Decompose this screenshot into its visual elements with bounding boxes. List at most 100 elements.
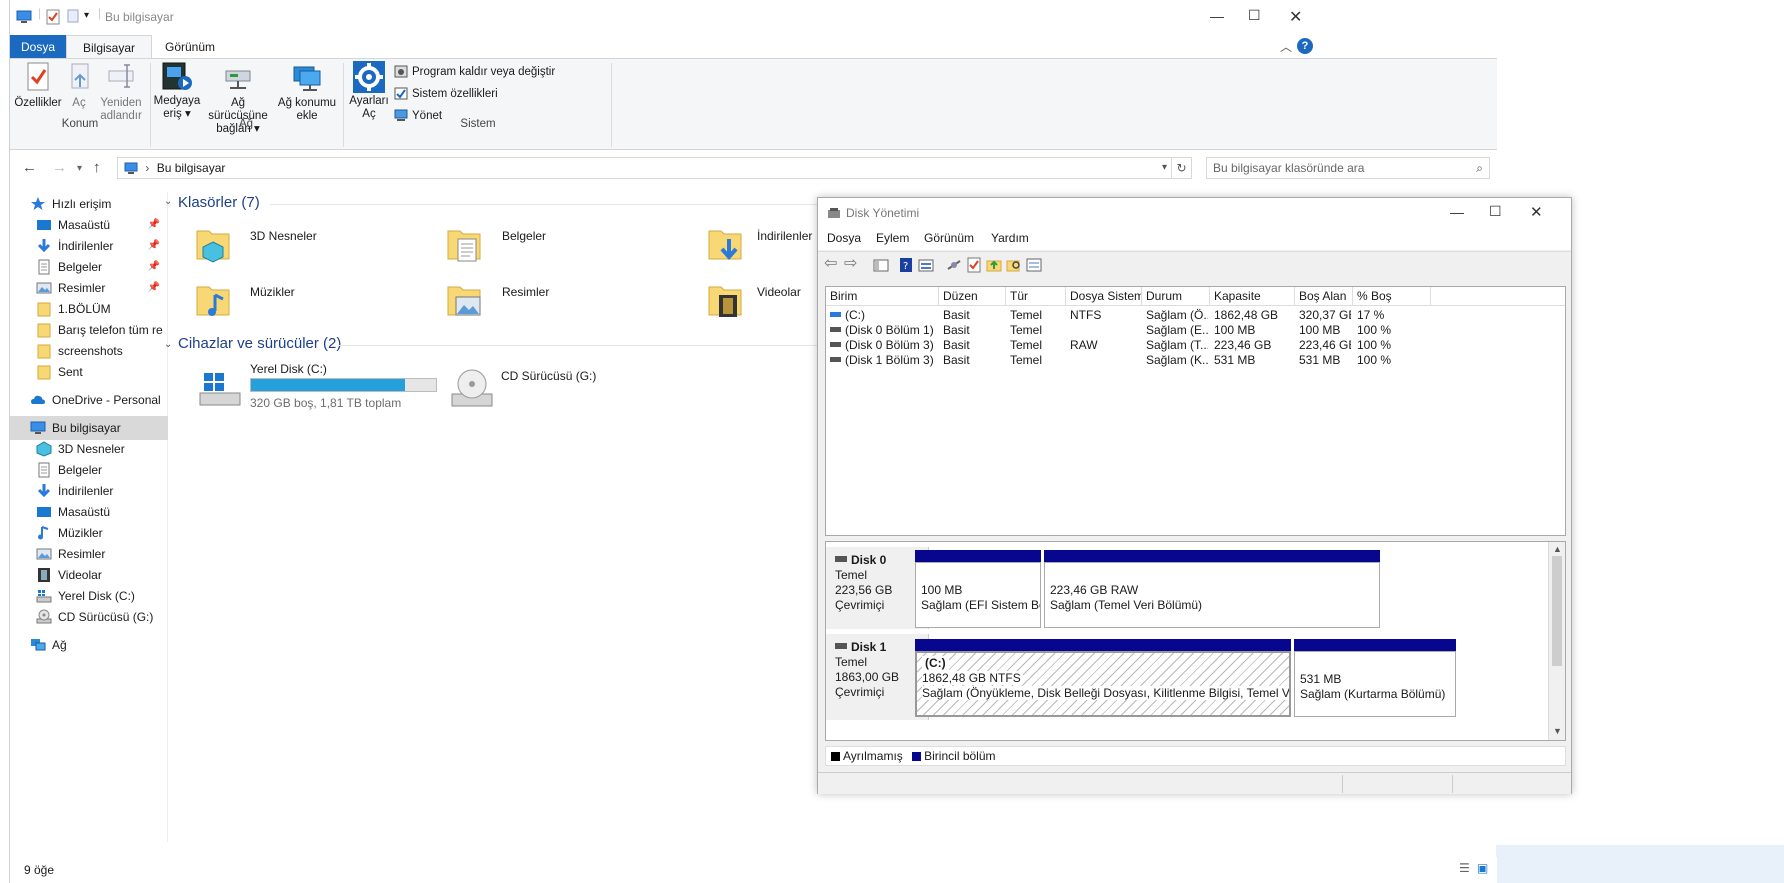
details-view-icon[interactable]: ☰: [1459, 861, 1470, 875]
partition-disk1-recovery[interactable]: 531 MB Sağlam (Kurtarma Bölümü): [1294, 639, 1456, 719]
tab-view[interactable]: Görünüm: [154, 35, 226, 59]
up-arrow-icon[interactable]: ↑: [93, 159, 101, 176]
table-cell: 531 MB: [1299, 352, 1351, 369]
folder-tile-documents[interactable]: Belgeler: [446, 225, 546, 266]
refresh-icon[interactable]: ↻: [1172, 157, 1192, 179]
item-count: 9 öğe: [24, 863, 55, 877]
address-field[interactable]: › Bu bilgisayar ▾: [117, 157, 1172, 179]
disk-1-label[interactable]: Disk 1 Temel 1863,00 GB Çevrimiçi: [826, 634, 929, 720]
volume-row[interactable]: (Disk 0 Bölüm 1) Basit Temel Sağlam (E... 10…: [826, 323, 1565, 338]
col-capacity[interactable]: Kapasite: [1210, 287, 1295, 306]
properties-button[interactable]: Özellikler: [14, 61, 62, 110]
col-status[interactable]: Durum: [1142, 287, 1210, 306]
help-icon[interactable]: ?: [1297, 38, 1313, 54]
up-folder-icon[interactable]: [986, 257, 1002, 273]
sidebar-item-onedrive[interactable]: OneDrive - Personal: [10, 388, 168, 412]
menu-action[interactable]: Eylem: [876, 231, 909, 245]
folder-tile-3d-objects[interactable]: 3D Nesneler: [195, 225, 317, 266]
large-icons-view-icon[interactable]: ▣: [1477, 861, 1488, 875]
volume-list: Birim Düzen Tür Dosya Sistemi Durum Kapa…: [825, 286, 1566, 536]
col-percent-free[interactable]: % Boş: [1353, 287, 1431, 306]
checkmark-icon[interactable]: [966, 257, 982, 273]
back-arrow-icon[interactable]: ⇦: [824, 253, 840, 272]
back-arrow-icon[interactable]: ←: [22, 159, 37, 176]
new-folder-quick-icon[interactable]: [67, 9, 79, 26]
devices-section-header[interactable]: ⌄ Cihazlar ve sürücüler (2): [158, 333, 838, 361]
access-media-button[interactable]: Medyaya eriş ▾: [153, 59, 201, 121]
network-icon: [30, 637, 46, 653]
search-folder-icon[interactable]: [1006, 257, 1022, 273]
disk-0-label[interactable]: Disk 0 Temel 223,56 GB Çevrimiçi: [826, 547, 929, 629]
sidebar-item-folder[interactable]: Sent: [10, 360, 168, 384]
network-location-icon: [291, 61, 323, 93]
breadcrumb[interactable]: Bu bilgisayar: [157, 161, 226, 175]
folder-tile-videos[interactable]: Videolar: [707, 281, 801, 322]
partition-disk1-c[interactable]: (C:) 1862,48 GB NTFS Sağlam (Önyükleme, …: [915, 639, 1291, 719]
menu-help[interactable]: Yardım: [991, 231, 1029, 245]
scrollbar-thumb[interactable]: [1552, 556, 1562, 666]
forward-arrow-icon[interactable]: →: [52, 159, 67, 176]
minimize-button[interactable]: —: [1210, 8, 1224, 24]
graph-scrollbar[interactable]: ▲ ▼: [1548, 542, 1565, 740]
sidebar-item-network[interactable]: Ağ: [10, 633, 168, 657]
table-cell: 100 %: [1357, 352, 1429, 369]
dm-minimize-button[interactable]: —: [1450, 204, 1464, 220]
folders-section-header[interactable]: ⌄ Klasörler (7): [158, 190, 838, 220]
sidebar-item-cd-drive[interactable]: CD Sürücüsü (G:): [10, 605, 168, 629]
col-volume[interactable]: Birim: [826, 287, 939, 306]
table-cell: (Disk 1 Bölüm 3): [830, 352, 937, 369]
search-input[interactable]: Bu bilgisayar klasöründe ara ⌕: [1206, 157, 1490, 179]
volume-icon: [830, 327, 841, 332]
col-type[interactable]: Tür: [1006, 287, 1066, 306]
folder-tile-music[interactable]: Müzikler: [195, 281, 295, 322]
connect-icon[interactable]: [946, 257, 962, 273]
dm-close-button[interactable]: ✕: [1530, 203, 1543, 221]
scroll-down-icon[interactable]: ▼: [1553, 726, 1562, 736]
cell-layout: Basit: [943, 338, 970, 352]
dm-menu-bar: Dosya Eylem Görünüm Yardım: [818, 228, 1571, 250]
volume-row[interactable]: (Disk 0 Bölüm 3) Basit Temel RAW Sağlam (T..…: [826, 338, 1565, 353]
forward-arrow-icon[interactable]: ⇨: [844, 253, 860, 272]
partition-disk0-efi[interactable]: 100 MB Sağlam (EFI Sistem Bölü: [915, 550, 1041, 630]
rename-button[interactable]: Yeniden adlandır: [96, 61, 146, 123]
col-free-space[interactable]: Boş Alan: [1295, 287, 1353, 306]
disk-management-icon: [827, 206, 841, 223]
open-button[interactable]: Aç: [64, 61, 94, 110]
partition-disk0-raw[interactable]: 223,46 GB RAW Sağlam (Temel Veri Bölümü): [1044, 550, 1380, 630]
folder-tile-pictures[interactable]: Resimler: [446, 281, 549, 322]
navigation-pane: Hızlı erişim Masaüstü 📌 İndirilenler 📌 Bel…: [10, 192, 168, 842]
volume-row[interactable]: (Disk 1 Bölüm 3) Basit Temel Sağlam (K... 53…: [826, 353, 1565, 368]
properties-sheet-icon[interactable]: [1026, 257, 1042, 273]
scroll-up-icon[interactable]: ▲: [1553, 544, 1562, 554]
uninstall-program-button[interactable]: Program kaldır veya değiştir: [394, 62, 555, 82]
collapse-ribbon-icon[interactable]: ︿: [1280, 38, 1292, 55]
folder-tile-downloads[interactable]: İndirilenler: [707, 225, 812, 266]
address-dropdown-icon[interactable]: ▾: [1162, 158, 1167, 178]
add-network-location-button[interactable]: Ağ konumu ekle: [275, 61, 339, 123]
drive-tile-cd-drive[interactable]: CD Sürücüsü (G:): [446, 362, 686, 412]
menu-view[interactable]: Görünüm: [924, 231, 974, 245]
console-tree-icon[interactable]: [873, 257, 889, 273]
menu-file[interactable]: Dosya: [827, 231, 861, 245]
dm-maximize-button[interactable]: ☐: [1489, 203, 1502, 220]
col-layout[interactable]: Düzen: [939, 287, 1006, 306]
tab-computer[interactable]: Bilgisayar: [66, 35, 152, 59]
table-cell: [1070, 352, 1140, 369]
address-bar-row: ← → ▾ ↑ › Bu bilgisayar ▾ ↻ Bu bilgisaya…: [10, 153, 1497, 183]
volume-row[interactable]: (C:) Basit Temel NTFS Sağlam (Ö... 1862,48 GB…: [826, 308, 1565, 323]
close-button[interactable]: ✕: [1289, 7, 1302, 27]
folder-icon: [36, 364, 52, 380]
legend-unallocated-swatch: [831, 752, 840, 761]
recent-locations-icon[interactable]: ▾: [77, 163, 82, 174]
help-book-icon[interactable]: ?: [898, 257, 914, 273]
open-settings-button[interactable]: Ayarları Aç: [347, 59, 391, 121]
maximize-button[interactable]: ☐: [1248, 7, 1261, 24]
drive-tile-local-disk[interactable]: Yerel Disk (C:) 320 GB boş, 1,81 TB topl…: [190, 362, 440, 412]
list-view-icon[interactable]: [918, 257, 934, 273]
system-properties-button[interactable]: Sistem özellikleri: [394, 84, 498, 104]
table-cell: Basit: [943, 352, 1004, 369]
tab-file[interactable]: Dosya: [10, 35, 66, 59]
customize-toolbar-icon[interactable]: ▾: [84, 10, 89, 21]
properties-quick-icon[interactable]: [46, 9, 60, 28]
col-file-system[interactable]: Dosya Sistemi: [1066, 287, 1142, 306]
